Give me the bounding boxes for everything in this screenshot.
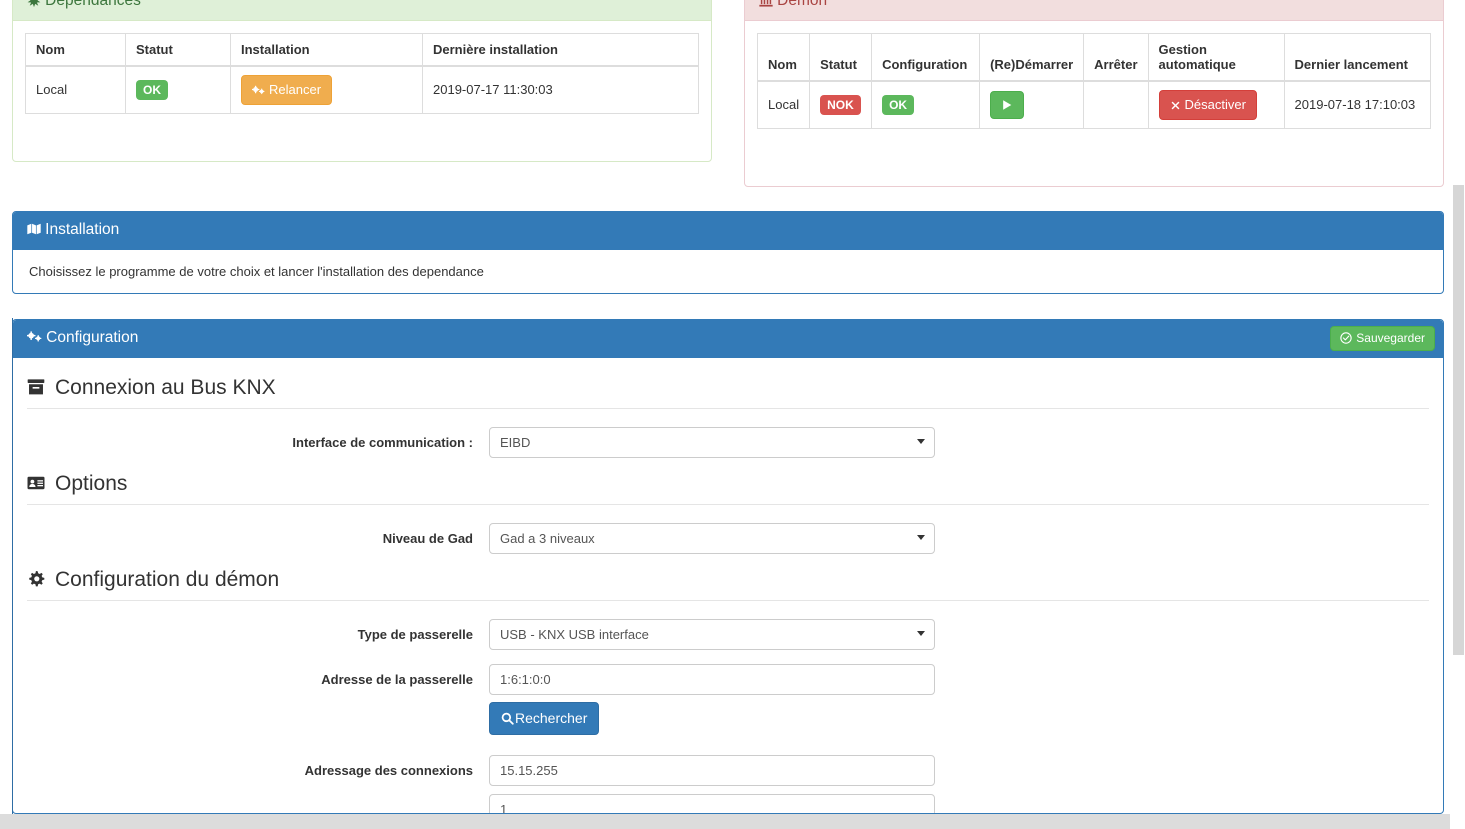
cell-statut: OK [125, 65, 231, 114]
col-redemarrer: (Re)Démarrer [979, 32, 1085, 82]
section-title-text: Configuration du démon [55, 567, 280, 591]
dependances-table: Nom Statut Installation Dernière install… [25, 32, 699, 114]
cogs-icon [27, 331, 42, 342]
vertical-scrollbar-thumb[interactable] [1453, 185, 1464, 655]
gear-icon [29, 571, 45, 587]
app-page: Dépendances Nom Statut Installation Dern… [0, 0, 1465, 829]
desactiver-button[interactable]: Désactiver [1158, 89, 1257, 120]
form-row-niveau-gad: Niveau de Gad Gad a 3 niveaux [27, 522, 1429, 554]
cell-nom: Local [25, 65, 126, 114]
cell-configuration: OK [871, 80, 981, 129]
form-row-adressage-connexions: Adressage des connexions [27, 755, 1429, 813]
table-row: Local NOK OK Désactiver 2019-07-18 17:10… [756, 80, 1432, 129]
table-header-row: Nom Statut Installation Dernière install… [25, 32, 699, 67]
dependances-title: Dépendances [45, 0, 141, 9]
demon-panel-header: Démon [745, 0, 1443, 21]
cell-derniere-installation: 2019-07-17 11:30:03 [422, 65, 699, 114]
cell-installation: Relancer [230, 65, 423, 114]
cell-arreter [1083, 80, 1149, 129]
configuration-panel-body: Connexion au Bus KNX Interface de commun… [13, 358, 1443, 813]
demon-panel: Démon Nom Statut Configuration (Re)Démar… [744, 0, 1444, 187]
section-options: Options [27, 472, 1429, 505]
col-gestion-automatique: Gestion automatique [1147, 32, 1285, 82]
niveau-gad-label: Niveau de Gad [382, 530, 473, 546]
restart-daemon-button[interactable] [990, 90, 1025, 119]
configuration-panel-header: Configuration Sauvegarder [13, 320, 1443, 358]
installation-panel-body: Choisissez le programme de votre choix e… [13, 250, 1443, 293]
type-passerelle-label: Type de passerelle [357, 626, 473, 642]
interface-communication-select[interactable]: EIBD [489, 426, 935, 458]
bank-icon [759, 0, 773, 7]
demon-table: Nom Statut Configuration (Re)Démarrer Ar… [756, 32, 1432, 129]
status-badge: NOK [820, 94, 861, 115]
cogs-icon [252, 85, 265, 94]
configuration-title: Configuration [46, 329, 139, 346]
demon-title: Démon [777, 0, 828, 9]
section-title-text: Options [55, 471, 128, 495]
form-row-type-passerelle: Type de passerelle USB - KNX USB interfa… [27, 618, 1429, 650]
horizontal-scrollbar[interactable] [0, 814, 1450, 829]
vertical-scrollbar[interactable] [1450, 0, 1465, 829]
interface-communication-label: Interface de communication : [292, 434, 473, 450]
check-circle-icon [1340, 332, 1352, 344]
demon-panel-body: Nom Statut Configuration (Re)Démarrer Ar… [745, 21, 1443, 143]
configuration-panel: Configuration Sauvegarder Connexion au B… [12, 319, 1444, 814]
map-icon [27, 223, 41, 235]
col-nom: Nom [25, 32, 126, 67]
rechercher-button-label: Rechercher [515, 709, 588, 726]
adresse-passerelle-label: Adresse de la passerelle [321, 671, 473, 687]
cell-gestion-automatique: Désactiver [1147, 80, 1285, 129]
save-button-label: Sauvegarder [1356, 331, 1425, 345]
id-card-icon [27, 477, 45, 490]
times-icon [1171, 101, 1179, 110]
installation-panel: Installation Choisissez le programme de … [12, 211, 1444, 294]
configuration-badge: OK [882, 94, 915, 115]
installation-description: Choisissez le programme de votre choix e… [29, 263, 484, 279]
table-row: Local OK Relancer 2019-07-17 11:30:03 [25, 65, 699, 114]
play-icon [1003, 99, 1012, 110]
niveau-gad-select[interactable]: Gad a 3 niveaux [489, 522, 935, 554]
col-nom: Nom [756, 32, 811, 82]
rechercher-button[interactable]: Rechercher [489, 701, 600, 736]
col-dernier-lancement: Dernier lancement [1283, 32, 1432, 82]
section-connexion-bus-knx: Connexion au Bus KNX [27, 376, 1429, 409]
adressage-connexions-label: Adressage des connexions [304, 763, 473, 779]
installation-panel-header: Installation [13, 212, 1443, 250]
adressage-connexions-input-secondary[interactable] [489, 794, 935, 813]
desactiver-button-label: Désactiver [1184, 96, 1246, 112]
relancer-button-label: Relancer [269, 81, 322, 97]
cell-nom: Local [756, 80, 811, 129]
search-icon [501, 712, 514, 725]
form-row-interface-communication: Interface de communication : EIBD [27, 426, 1429, 458]
cell-statut: NOK [809, 80, 873, 129]
relancer-button[interactable]: Relancer [241, 74, 333, 105]
col-statut: Statut [809, 32, 873, 82]
col-statut: Statut [125, 32, 231, 67]
adressage-connexions-input[interactable] [489, 755, 935, 787]
asterisk-icon [27, 0, 41, 7]
dependances-panel: Dépendances Nom Statut Installation Dern… [12, 0, 712, 162]
adresse-passerelle-input[interactable] [489, 663, 935, 695]
dependances-panel-header: Dépendances [13, 0, 711, 21]
cell-redemarrer [979, 80, 1085, 129]
installation-title: Installation [45, 221, 120, 238]
status-badge: OK [136, 79, 168, 100]
dependances-panel-body: Nom Statut Installation Dernière install… [13, 21, 711, 128]
col-installation: Installation [230, 32, 423, 67]
form-row-adresse-passerelle: Adresse de la passerelle Rechercher [27, 663, 1429, 736]
save-button[interactable]: Sauvegarder [1330, 326, 1435, 351]
configuration-panel-left-edge [12, 318, 13, 814]
type-passerelle-select[interactable]: USB - KNX USB interface [489, 618, 935, 650]
table-header-row: Nom Statut Configuration (Re)Démarrer Ar… [756, 32, 1432, 82]
cell-dernier-lancement: 2019-07-18 17:10:03 [1283, 80, 1432, 129]
col-derniere-installation: Dernière installation [422, 32, 699, 67]
archive-icon [27, 379, 45, 395]
section-title-text: Connexion au Bus KNX [55, 375, 276, 399]
col-configuration: Configuration [871, 32, 981, 82]
col-arreter: Arrêter [1083, 32, 1149, 82]
section-configuration-demon: Configuration du démon [27, 568, 1429, 601]
